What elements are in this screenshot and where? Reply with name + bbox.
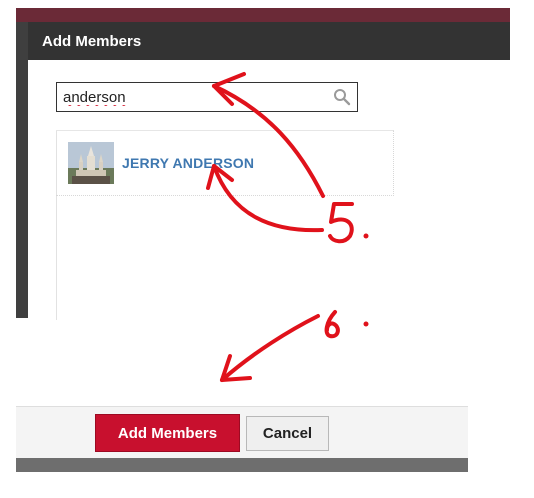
add-members-button[interactable]: Add Members xyxy=(95,414,240,452)
search-icon[interactable] xyxy=(333,88,351,106)
dialog-footer-edge xyxy=(16,458,468,472)
cancel-button[interactable]: Cancel xyxy=(246,416,329,451)
dialog-left-edge xyxy=(16,22,28,318)
screenshot-page: Add Members JERRY ANDERSON Add Members C… xyxy=(0,0,534,498)
dialog-title: Add Members xyxy=(42,32,142,50)
arrow-to-buttons-icon xyxy=(220,314,320,382)
avatar xyxy=(68,142,114,184)
list-item[interactable]: JERRY ANDERSON xyxy=(56,130,394,196)
dialog-footer xyxy=(16,406,468,459)
window-top-strip xyxy=(16,8,510,22)
search-input[interactable] xyxy=(63,87,323,107)
search-field[interactable] xyxy=(56,82,358,112)
result-member-name[interactable]: JERRY ANDERSON xyxy=(122,155,254,171)
dialog-titlebar: Add Members xyxy=(28,22,510,60)
